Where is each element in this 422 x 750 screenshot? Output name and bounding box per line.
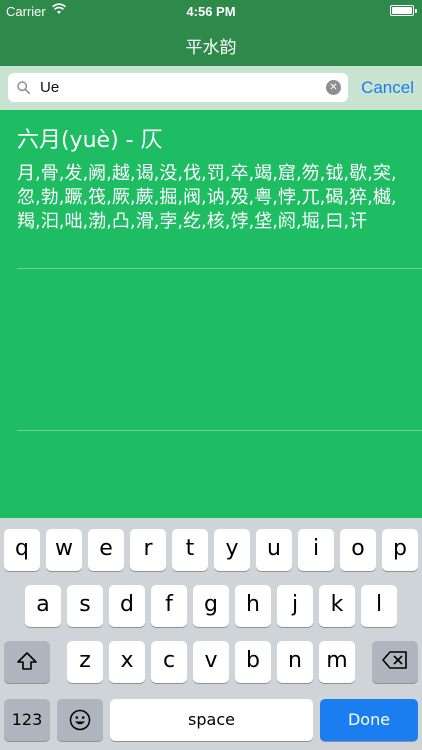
key-s[interactable]: s [67, 585, 103, 627]
space-key[interactable]: space [110, 699, 313, 741]
navigation-bar: 平水韵 [0, 22, 422, 66]
key-x[interactable]: x [109, 641, 145, 683]
emoji-icon [69, 709, 91, 731]
emoji-key[interactable] [57, 699, 103, 741]
shift-icon [17, 652, 37, 670]
key-m[interactable]: m [319, 641, 355, 683]
delete-key[interactable] [372, 641, 418, 683]
key-l[interactable]: l [361, 585, 397, 627]
key-c[interactable]: c [151, 641, 187, 683]
status-bar: Carrier 4:56 PM [0, 0, 422, 22]
done-key[interactable]: Done [320, 699, 418, 741]
key-p[interactable]: p [382, 529, 418, 571]
rhyme-characters: 月,骨,发,阙,越,谒,没,伐,罚,卒,竭,窟,笏,钺,歇,突,忽,勃,蹶,筏,… [17, 163, 397, 232]
key-o[interactable]: o [340, 529, 376, 571]
key-a[interactable]: a [25, 585, 61, 627]
divider [17, 430, 422, 431]
key-b[interactable]: b [235, 641, 271, 683]
divider [17, 268, 422, 269]
clear-icon[interactable]: ✕ [326, 80, 341, 95]
rhyme-group-title: 六月(yuè) - 仄 [17, 128, 163, 153]
key-h[interactable]: h [235, 585, 271, 627]
result-list: 六月(yuè) - 仄 月,骨,发,阙,越,谒,没,伐,罚,卒,竭,窟,笏,钺,… [0, 110, 422, 518]
search-query-text: Ue [40, 79, 60, 96]
numbers-key[interactable]: 123 [4, 699, 50, 741]
key-g[interactable]: g [193, 585, 229, 627]
key-i[interactable]: i [298, 529, 334, 571]
search-icon [17, 81, 30, 94]
shift-key[interactable] [4, 641, 50, 683]
keyboard: q w e r t y u i o p a s d f g h j k l z … [0, 518, 422, 750]
key-k[interactable]: k [319, 585, 355, 627]
cancel-button[interactable]: Cancel [361, 78, 414, 98]
key-e[interactable]: e [88, 529, 124, 571]
key-f[interactable]: f [151, 585, 187, 627]
key-y[interactable]: y [214, 529, 250, 571]
key-j[interactable]: j [277, 585, 313, 627]
key-r[interactable]: r [130, 529, 166, 571]
key-t[interactable]: t [172, 529, 208, 571]
key-w[interactable]: w [46, 529, 82, 571]
key-d[interactable]: d [109, 585, 145, 627]
key-n[interactable]: n [277, 641, 313, 683]
key-q[interactable]: q [4, 529, 40, 571]
key-u[interactable]: u [256, 529, 292, 571]
battery-icon [390, 5, 417, 16]
clock: 4:56 PM [186, 4, 236, 19]
search-input[interactable]: Ue ✕ [8, 73, 348, 102]
backspace-icon [382, 651, 407, 669]
search-bar: Ue ✕ Cancel [0, 66, 422, 110]
page-title: 平水韵 [185, 38, 237, 58]
key-z[interactable]: z [67, 641, 103, 683]
key-v[interactable]: v [193, 641, 229, 683]
